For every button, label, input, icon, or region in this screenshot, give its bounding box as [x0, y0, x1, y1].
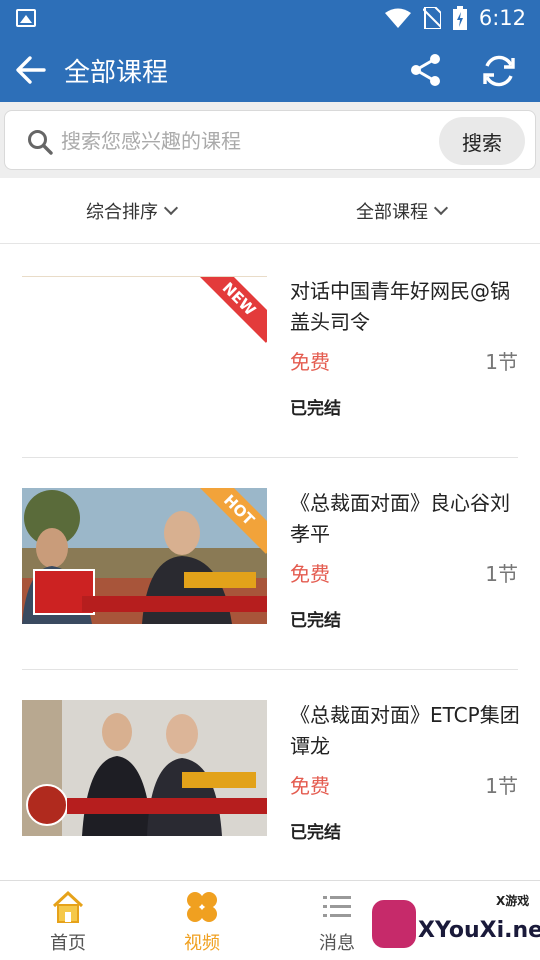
tab-home-label: 首页 — [50, 933, 86, 954]
tab-home[interactable]: 首页 — [18, 889, 118, 955]
course-title: 《总裁面对面》ETCP集团谭龙 — [290, 703, 520, 758]
course-status: 已完结 — [290, 823, 341, 843]
sort-dropdown[interactable]: 综合排序 — [86, 198, 179, 224]
back-arrow-icon[interactable] — [14, 52, 50, 88]
course-item[interactable]: NEW 对话中国青年好网民@锅盖头司令 免费 1节 已完结 — [22, 246, 518, 458]
watermark-main-text: XYouXi.net — [418, 918, 540, 943]
search-bar-area: 搜索 — [0, 102, 540, 178]
new-badge: NEW — [195, 277, 267, 343]
chevron-down-icon — [433, 200, 449, 216]
category-dropdown[interactable]: 全部课程 — [356, 198, 449, 224]
status-bar: 6:12 — [0, 0, 540, 38]
app-bar: 全部课程 — [0, 38, 540, 102]
course-status: 已完结 — [290, 611, 341, 631]
filter-bar: 综合排序 全部课程 — [0, 178, 540, 244]
search-input[interactable] — [61, 123, 431, 159]
course-price: 免费 — [290, 774, 330, 798]
course-title: 《总裁面对面》良心谷刘孝平 — [290, 491, 510, 546]
course-thumbnail: HOT — [22, 488, 267, 624]
search-box: 搜索 — [4, 110, 536, 170]
status-time: 6:12 — [478, 6, 526, 30]
list-icon — [323, 896, 351, 917]
course-lessons: 1节 — [485, 562, 518, 586]
sort-label: 综合排序 — [86, 202, 158, 223]
course-item[interactable]: HOT 《总裁面对面》良心谷刘孝平 免费 1节 已完结 — [22, 458, 518, 670]
tab-video-label: 视频 — [184, 933, 220, 954]
no-sim-icon — [422, 7, 441, 29]
battery-icon — [452, 6, 467, 30]
wifi-icon — [384, 8, 411, 28]
watermark: X游戏 XYouXi.net — [368, 890, 540, 960]
home-icon — [52, 890, 84, 923]
video-icon — [187, 892, 217, 922]
share-icon[interactable] — [408, 52, 444, 88]
course-price: 免费 — [290, 350, 330, 374]
course-title: 对话中国青年好网民@锅盖头司令 — [290, 279, 510, 334]
course-lessons: 1节 — [485, 350, 518, 374]
chevron-down-icon — [163, 200, 179, 216]
watermark-top-text: X游戏 — [496, 894, 530, 908]
interview-photo — [22, 700, 267, 836]
tab-video[interactable]: 视频 — [152, 889, 252, 955]
tab-messages-label: 消息 — [319, 933, 355, 954]
search-icon — [28, 130, 53, 155]
course-lessons: 1节 — [485, 774, 518, 798]
course-price: 免费 — [290, 562, 330, 586]
course-item[interactable]: 《总裁面对面》ETCP集团谭龙 免费 1节 已完结 — [22, 670, 520, 882]
course-status: 已完结 — [290, 399, 341, 419]
gamepad-logo-icon — [372, 900, 416, 948]
page-title: 全部课程 — [64, 58, 169, 88]
image-icon — [16, 9, 36, 27]
category-label: 全部课程 — [356, 202, 428, 223]
refresh-icon[interactable] — [480, 52, 518, 90]
search-button[interactable]: 搜索 — [439, 117, 525, 165]
course-thumbnail — [22, 700, 267, 836]
course-thumbnail: NEW — [22, 276, 267, 412]
